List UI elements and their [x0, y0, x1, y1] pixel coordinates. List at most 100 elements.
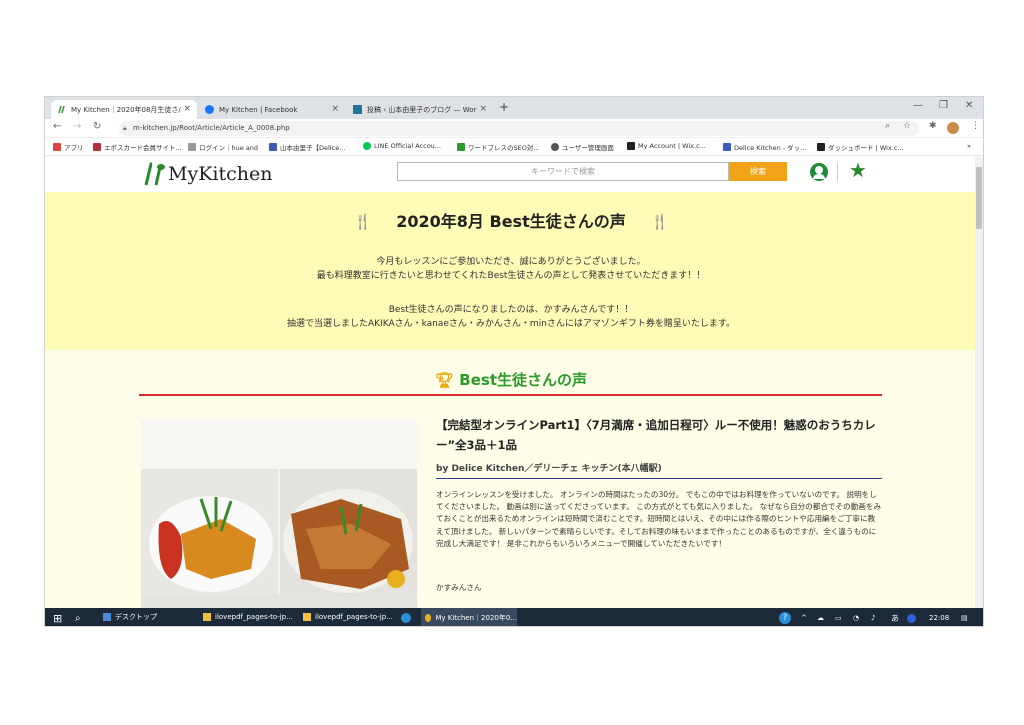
apps-grid-icon: [53, 143, 61, 151]
web-page: MyKitchen キーワードで検索 検索 ★ 🍴︎ 2020年8月 Best生…: [45, 157, 977, 608]
bookmark-label: ダッシュボード | Wix.c...: [828, 144, 904, 152]
monthly-banner: 🍴︎ 2020年8月 Best生徒さんの声 🍴︎ 今月もレッスンにご参加いただき…: [45, 192, 977, 350]
site-logo[interactable]: MyKitchen: [140, 161, 272, 187]
help-icon[interactable]: ?: [779, 608, 791, 626]
minimize-icon[interactable]: —: [913, 100, 923, 111]
bookmarks-more[interactable]: »: [967, 142, 971, 150]
search-input[interactable]: キーワードで検索: [397, 162, 729, 181]
bookmark-epos[interactable]: エポスカード会員サイト...: [93, 142, 182, 152]
bookmark-label: ユーザー管理画面: [562, 144, 614, 152]
folder-icon: [203, 613, 211, 621]
zoom-icon[interactable]: ⌕: [885, 121, 890, 131]
user-icon[interactable]: [810, 163, 828, 181]
notification-icon[interactable]: ▤: [961, 608, 968, 626]
bookmarks-bar: アプリ エポスカード会員サイト... ログイン｜hue and 山本由里子【De…: [45, 138, 983, 156]
battery-icon[interactable]: ▭: [835, 608, 842, 626]
network-icon[interactable]: ◔: [853, 608, 859, 626]
bookmark-star-icon[interactable]: ☆: [903, 121, 911, 131]
volume-icon[interactable]: ♪: [871, 608, 875, 626]
search-icon[interactable]: ⌕: [75, 608, 81, 626]
article-author: かすみんさん: [436, 583, 482, 592]
ime-indicator[interactable]: あ: [891, 608, 899, 626]
logo-text: MyKitchen: [168, 163, 273, 185]
scrollbar-thumb[interactable]: [976, 167, 982, 229]
banner-title: 🍴︎ 2020年8月 Best生徒さんの声 🍴︎: [45, 208, 977, 232]
maximize-icon[interactable]: ❐: [939, 100, 948, 111]
browser-window: My Kitchen｜2020年08月生徒さ/ × My Kitchen | F…: [44, 96, 984, 627]
fork-knife-icon: 🍴︎: [352, 212, 373, 231]
taskbar-ilovepdf-1[interactable]: ilovepdf_pages-to-jp...: [203, 608, 297, 626]
ime-icon[interactable]: [907, 608, 916, 626]
banner-text-line: Best生徒さんの声になりましたのは、かすみんさんです！！: [388, 305, 634, 315]
bookmark-label: アプリ: [64, 144, 84, 152]
tab-close-icon[interactable]: ×: [183, 104, 191, 114]
forward-arrow-icon[interactable]: →: [73, 121, 81, 132]
bookmark-user-admin[interactable]: ユーザー管理画面: [551, 142, 614, 152]
bookmark-wix-account[interactable]: My Account | Wix.c...: [627, 142, 706, 150]
profile-avatar-icon[interactable]: [947, 122, 959, 134]
bookmark-label: ワードプレスのSEO対...: [468, 144, 540, 152]
wix-icon: [817, 143, 825, 151]
bookmark-wix-dashboard[interactable]: ダッシュボード | Wix.c...: [817, 142, 904, 152]
article-body: オンラインレッスンを受けました。 オンラインの時間はたったの30分。 でもこの中…: [436, 490, 882, 548]
bookmark-apps[interactable]: アプリ: [53, 142, 84, 152]
bookmark-seo[interactable]: ワードプレスのSEO対...: [457, 142, 540, 152]
bookmark-delice[interactable]: Delice Kitchen - ダッ...: [723, 142, 806, 152]
delice-icon: [723, 143, 731, 151]
tab-mykitchen-article[interactable]: My Kitchen｜2020年08月生徒さ/ ×: [51, 100, 197, 119]
taskbar-desktop[interactable]: デスクトップ: [103, 608, 197, 626]
section-divider: [139, 394, 882, 396]
edge-icon[interactable]: [401, 608, 415, 626]
blog-icon: [269, 143, 277, 151]
chrome-icon: [425, 614, 432, 622]
tab-wordpress[interactable]: 投稿 ‹ 山本由里子のブログ — Wor ×: [347, 100, 493, 119]
page-scrollbar[interactable]: [975, 157, 983, 608]
tab-close-icon[interactable]: ×: [331, 104, 339, 114]
taskbar-ilovepdf-2[interactable]: ilovepdf_pages-to-jp...: [303, 608, 397, 626]
banner-text-line: 最も料理教室に行きたいと思わせてくれたBest生徒さんの声として発表させていただ…: [316, 271, 706, 281]
taskbar-label: ilovepdf_pages-to-jp...: [215, 613, 293, 621]
facebook-icon: [205, 105, 214, 114]
url-text: m-kitchen.jp/Root/Article/Article_A_0008…: [133, 124, 290, 132]
new-tab-button[interactable]: +: [499, 100, 509, 114]
favorite-star-icon[interactable]: ★: [849, 158, 867, 182]
trophy-icon: 🏆︎: [435, 371, 455, 389]
line-icon: [363, 142, 371, 150]
bookmark-label: エポスカード会員サイト...: [104, 144, 182, 152]
globe-icon: [551, 143, 559, 151]
bookmark-label: My Account | Wix.c...: [638, 142, 706, 150]
window-close-icon[interactable]: ✕: [965, 100, 973, 111]
extensions-icon[interactable]: ✱: [929, 121, 937, 131]
banner-text-line: 抽選で当選しましたAKIKAさん・kanaeさん・みかんさん・minさんにはアマ…: [286, 319, 735, 329]
tab-facebook[interactable]: My Kitchen | Facebook ×: [199, 100, 345, 119]
menu-dots-icon[interactable]: ⋮: [971, 121, 980, 131]
tab-close-icon[interactable]: ×: [479, 104, 487, 114]
cloud-icon[interactable]: ☁︎: [817, 608, 824, 626]
article-title[interactable]: 【完結型オンラインPart1】〈7月満席・追加日程可〉ルー不使用！魅惑のおうちカ…: [436, 415, 886, 455]
address-bar-row: ← → ↻ 🔒︎ m-kitchen.jp/Root/Article/Artic…: [45, 119, 983, 138]
article-photo[interactable]: [141, 419, 417, 608]
bookmark-label: LINE Official Accou...: [374, 142, 441, 150]
tab-label: My Kitchen｜2020年08月生徒さ/: [71, 105, 181, 114]
kitchen-favicon-icon: [57, 105, 66, 114]
banner-text-line: 今月もレッスンにご参加いただき、誠にありがとうございました。: [376, 257, 646, 267]
reload-icon[interactable]: ↻: [93, 121, 101, 132]
taskbar-label: デスクトップ: [115, 613, 157, 621]
bookmark-hue[interactable]: ログイン｜hue and: [188, 142, 258, 152]
wix-icon: [627, 142, 635, 150]
url-field[interactable]: 🔒︎ m-kitchen.jp/Root/Article/Article_A_0…: [119, 121, 919, 136]
clock-time[interactable]: 22:08: [929, 608, 949, 626]
tab-strip: My Kitchen｜2020年08月生徒さ/ × My Kitchen | F…: [45, 97, 983, 119]
section-heading-text: Best生徒さんの声: [459, 371, 587, 389]
taskbar-chrome[interactable]: My Kitchen｜2020年0...: [421, 608, 517, 626]
taskbar-label: My Kitchen｜2020年0...: [435, 614, 517, 622]
bookmark-line[interactable]: LINE Official Accou...: [363, 142, 441, 150]
tray-chevron-icon[interactable]: ^: [801, 608, 807, 626]
byline-underline: [436, 478, 882, 479]
bookmark-yamamoto[interactable]: 山本由里子【Delice...: [269, 142, 345, 152]
back-arrow-icon[interactable]: ←: [53, 121, 61, 132]
search-button[interactable]: 検索: [729, 162, 787, 181]
article-byline[interactable]: by Delice Kitchen／デリーチェ キッチン(本八幡駅): [436, 461, 662, 474]
windows-start-icon[interactable]: ⊞: [53, 608, 62, 626]
bookmark-label: 山本由里子【Delice...: [280, 144, 346, 152]
